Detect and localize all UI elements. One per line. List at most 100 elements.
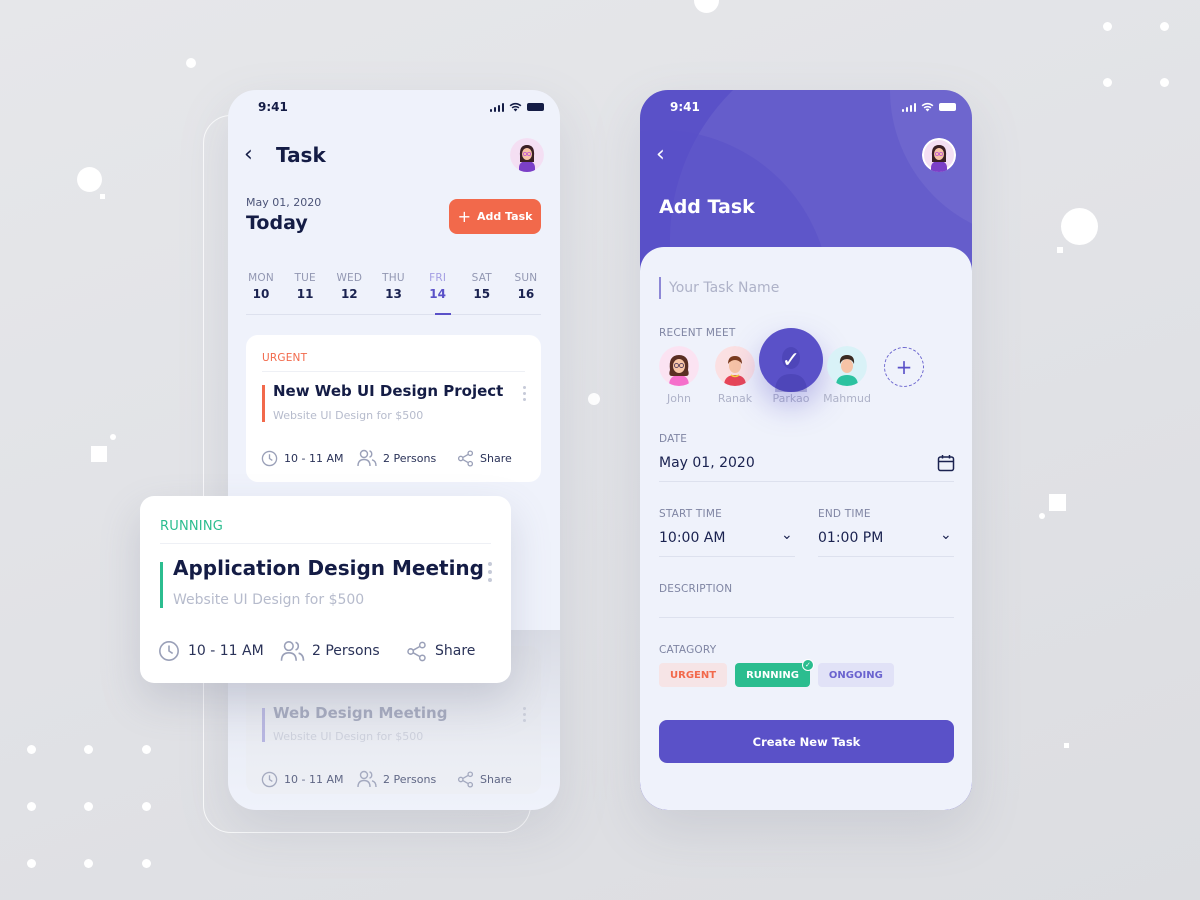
task-card[interactable]: URGENT New Web UI Design Project Website… bbox=[246, 335, 541, 482]
decor-square bbox=[1057, 247, 1063, 253]
status-bar: 9:41 bbox=[228, 100, 560, 116]
task-subtitle: Website UI Design for $500 bbox=[273, 409, 424, 422]
more-options-icon[interactable] bbox=[523, 707, 526, 722]
decor-square bbox=[100, 194, 105, 199]
date-field[interactable]: May 01, 2020 bbox=[659, 455, 755, 471]
task-persons: 2 Persons bbox=[357, 770, 457, 788]
end-time-select[interactable]: 01:00 PM bbox=[818, 530, 883, 546]
add-person-button[interactable]: + bbox=[884, 347, 924, 387]
task-persons: 2 Persons bbox=[357, 449, 457, 467]
decor-dot bbox=[1103, 78, 1112, 87]
day-tue[interactable]: TUE 11 bbox=[290, 272, 320, 301]
date-underline bbox=[659, 481, 954, 482]
end-time-underline bbox=[818, 556, 954, 557]
decor-dot bbox=[1039, 513, 1045, 519]
day-name: MON bbox=[248, 272, 274, 284]
task-tag: URGENT bbox=[262, 352, 308, 364]
date-label: DATE bbox=[659, 433, 688, 445]
category-chip-ongoing[interactable]: ONGOING bbox=[817, 663, 894, 687]
add-task-label: Add Task bbox=[476, 210, 533, 223]
share-button[interactable]: Share bbox=[406, 641, 475, 662]
status-icons bbox=[901, 102, 956, 112]
decor-dot bbox=[77, 167, 102, 192]
person-ranak[interactable]: Ranak bbox=[715, 346, 755, 405]
decor-dot bbox=[1103, 22, 1112, 31]
day-wed[interactable]: WED 12 bbox=[334, 272, 364, 301]
back-chevron-icon[interactable]: ‹ bbox=[244, 144, 268, 166]
person-name: Mahmud bbox=[823, 392, 871, 405]
start-time-select[interactable]: 10:00 AM bbox=[659, 530, 725, 546]
status-time: 9:41 bbox=[670, 100, 700, 114]
day-sat[interactable]: SAT 15 bbox=[467, 272, 497, 301]
decor-square bbox=[1064, 743, 1069, 748]
add-task-screen: 9:41 ‹ Add Task RECENT MEET John bbox=[640, 90, 972, 810]
decor-dot bbox=[27, 745, 36, 754]
person-john[interactable]: John bbox=[659, 346, 699, 405]
current-date: May 01, 2020 bbox=[246, 196, 322, 209]
decor-dot bbox=[1160, 22, 1169, 31]
share-button[interactable]: Share bbox=[457, 449, 512, 467]
more-options-icon[interactable] bbox=[488, 562, 492, 582]
create-new-task-button[interactable]: Create New Task bbox=[659, 720, 954, 763]
day-name: SAT bbox=[471, 272, 492, 284]
day-number: 15 bbox=[473, 287, 491, 301]
avatar bbox=[827, 346, 867, 386]
decor-square bbox=[1049, 494, 1066, 511]
person-mahmud[interactable]: Mahmud bbox=[823, 346, 871, 405]
more-options-icon[interactable] bbox=[523, 386, 526, 401]
person-parkao-selected[interactable]: ✓ Parkao bbox=[759, 328, 823, 405]
category-chip-running-selected[interactable]: RUNNING ✓ bbox=[735, 659, 814, 687]
decor-dot bbox=[84, 859, 93, 868]
share-button[interactable]: Share bbox=[457, 770, 512, 788]
calendar-icon[interactable] bbox=[937, 454, 955, 472]
avatar bbox=[659, 346, 699, 386]
person-name: John bbox=[667, 392, 691, 405]
decor-dot bbox=[1061, 208, 1098, 245]
add-task-button[interactable]: + Add Task bbox=[449, 199, 541, 234]
start-time-label: START TIME bbox=[659, 508, 722, 520]
task-card-floating[interactable]: RUNNING Application Design Meeting Websi… bbox=[140, 496, 511, 683]
task-name-input[interactable] bbox=[659, 277, 939, 299]
day-thu[interactable]: THU 13 bbox=[378, 272, 408, 301]
day-sun[interactable]: SUN 16 bbox=[511, 272, 541, 301]
share-icon bbox=[457, 449, 474, 467]
day-number: 13 bbox=[385, 287, 402, 301]
day-mon[interactable]: MON 10 bbox=[246, 272, 276, 301]
accent-bar bbox=[262, 708, 265, 742]
task-screen: 9:41 ‹ Task May 01, 2020 Today + Add Tas… bbox=[228, 90, 560, 810]
day-fri-selected[interactable]: FRI 14 bbox=[423, 272, 453, 301]
share-icon bbox=[457, 770, 474, 788]
plus-icon: + bbox=[457, 207, 471, 226]
day-number: 10 bbox=[252, 287, 270, 301]
description-label: DESCRIPTION bbox=[659, 583, 733, 595]
decor-dot bbox=[694, 0, 719, 13]
day-name: THU bbox=[382, 272, 405, 284]
user-avatar[interactable] bbox=[922, 138, 956, 172]
card-divider bbox=[160, 543, 491, 544]
selected-day-indicator bbox=[435, 313, 451, 315]
task-meta: 10 - 11 AM 2 Persons Share bbox=[261, 449, 512, 467]
signal-icon bbox=[901, 102, 916, 112]
page-title: Task bbox=[276, 143, 326, 167]
category-chip-urgent[interactable]: URGENT bbox=[659, 663, 728, 687]
task-subtitle: Website UI Design for $500 bbox=[273, 730, 424, 743]
user-avatar[interactable] bbox=[510, 138, 544, 172]
task-persons: 2 Persons bbox=[280, 640, 406, 662]
clock-icon bbox=[261, 771, 278, 787]
chevron-down-icon[interactable]: ⌄ bbox=[781, 527, 793, 543]
persons-icon bbox=[280, 641, 305, 661]
card-divider bbox=[262, 688, 525, 689]
week-divider bbox=[246, 314, 541, 315]
day-name: WED bbox=[336, 272, 363, 284]
page-title: Add Task bbox=[659, 196, 755, 218]
header: ‹ bbox=[656, 138, 956, 172]
description-input[interactable] bbox=[659, 599, 954, 617]
task-time: 10 - 11 AM bbox=[158, 640, 280, 662]
task-title: New Web UI Design Project bbox=[273, 382, 504, 400]
day-number: 11 bbox=[296, 287, 314, 301]
task-title: Web Design Meeting bbox=[273, 704, 448, 722]
back-chevron-icon[interactable]: ‹ bbox=[656, 144, 680, 166]
chevron-down-icon[interactable]: ⌄ bbox=[940, 527, 952, 543]
battery-icon bbox=[527, 103, 544, 111]
accent-bar bbox=[160, 562, 163, 608]
